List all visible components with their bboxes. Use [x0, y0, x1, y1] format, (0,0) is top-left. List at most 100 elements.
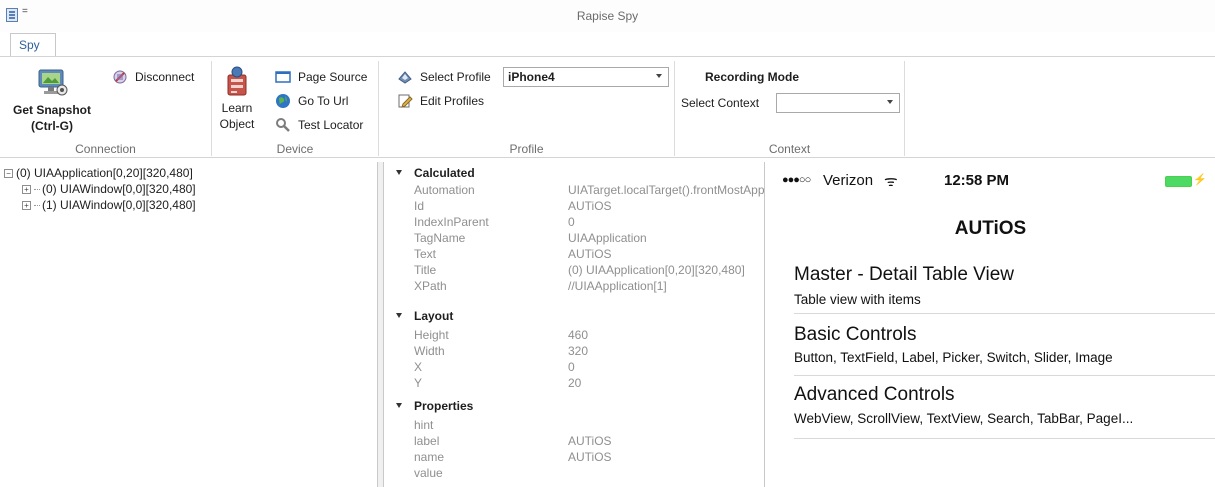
context-group: Recording Mode Select Context Context	[675, 61, 905, 156]
learn-object-icon	[227, 66, 247, 96]
profile-select-value: iPhone4	[508, 70, 555, 84]
properties-grid[interactable]: Calculated Automation UIATarget.localTarg…	[383, 162, 765, 487]
ribbon: Get Snapshot (Ctrl-G) Disconnect Connect…	[0, 56, 1215, 158]
property-key: Width	[414, 344, 445, 358]
property-row[interactable]: X0	[384, 359, 764, 375]
property-key: value	[414, 466, 443, 480]
property-key: Y	[414, 376, 423, 390]
collapse-triangle-icon[interactable]	[396, 403, 402, 408]
property-row[interactable]: Width 320	[384, 343, 764, 359]
property-row[interactable]: Y 20	[384, 375, 764, 391]
property-row[interactable]: TagName UIAApplication	[384, 230, 764, 246]
profile-group: Select Profile iPhone4 Edit Profiles Pro…	[379, 61, 675, 156]
tree-node-root[interactable]: − (0) UIAApplication[0,20][320,480]	[4, 166, 193, 180]
property-key: XPath	[414, 279, 447, 293]
list-item-subtitle: Button, TextField, Label, Picker, Switch…	[794, 350, 1113, 365]
tree-node-child[interactable]: + (0) UIAWindow[0,0][320,480]	[22, 182, 196, 196]
property-value: 0	[568, 215, 575, 229]
context-select[interactable]	[776, 93, 900, 113]
property-row[interactable]: hint	[384, 417, 764, 433]
tree-connector	[34, 188, 40, 190]
section-properties[interactable]: Properties	[384, 399, 764, 415]
property-row[interactable]: Height 460	[384, 327, 764, 343]
title-bar: = Rapise Spy	[0, 0, 1215, 32]
status-time: 12:58 PM	[944, 172, 1010, 189]
get-snapshot-label: Get Snapshot	[12, 103, 91, 117]
section-calculated[interactable]: Calculated	[384, 166, 764, 182]
learn-object-label-line1: Learn	[221, 101, 253, 115]
device-screenshot[interactable]: ●●●○○ Verizon ᯤ 12:58 PM ⚡ AUTiOS Master…	[766, 162, 1215, 487]
property-key: Id	[414, 199, 425, 213]
property-key: IndexInParent	[414, 215, 489, 229]
page-source-button[interactable]: Page Source	[275, 67, 367, 87]
list-item[interactable]: Advanced Controls WebView, ScrollView, T…	[766, 376, 1215, 432]
property-row[interactable]: Id AUTiOS	[384, 198, 764, 214]
recording-mode-label: Recording Mode	[705, 70, 800, 84]
divider	[794, 438, 1215, 439]
section-title: Calculated	[414, 166, 475, 180]
expand-icon[interactable]: +	[22, 200, 31, 210]
connection-group-label: Connection	[75, 142, 136, 156]
tree-node-child[interactable]: + (1) UIAWindow[0,0][320,480]	[22, 198, 196, 212]
get-snapshot-shortcut: (Ctrl-G)	[31, 119, 73, 133]
edit-profiles-label: Edit Profiles	[420, 94, 485, 108]
property-row[interactable]: value	[384, 465, 764, 481]
profile-select[interactable]: iPhone4	[503, 67, 669, 87]
go-to-url-label: Go To Url	[298, 94, 349, 108]
select-profile-label: Select Profile	[420, 70, 491, 84]
get-snapshot-button[interactable]: Get Snapshot (Ctrl-G)	[10, 63, 94, 133]
page-source-icon	[275, 69, 291, 85]
property-value: 0	[568, 360, 575, 374]
test-locator-icon	[275, 117, 291, 133]
battery-icon	[1165, 176, 1192, 187]
section-layout[interactable]: Layout	[384, 309, 764, 325]
connection-group: Get Snapshot (Ctrl-G) Disconnect Connect…	[0, 61, 212, 156]
chevron-down-icon	[656, 74, 662, 78]
test-locator-button[interactable]: Test Locator	[275, 115, 363, 135]
property-row[interactable]: Automation UIATarget.localTarget().frontM…	[384, 182, 764, 198]
page-source-label: Page Source	[298, 70, 368, 84]
profile-group-label: Profile	[509, 142, 544, 156]
property-value: AUTiOS	[568, 434, 612, 448]
property-row[interactable]: XPath //UIAApplication[1]	[384, 278, 764, 294]
disconnect-icon	[112, 69, 128, 85]
select-profile-button[interactable]: Select Profile	[397, 67, 491, 87]
globe-icon	[275, 93, 291, 109]
ios-status-bar: ●●●○○ Verizon ᯤ 12:58 PM ⚡	[766, 162, 1215, 198]
collapse-triangle-icon[interactable]	[396, 313, 402, 318]
collapse-icon[interactable]: −	[4, 168, 13, 178]
list-item[interactable]: Basic Controls Button, TextField, Label,…	[766, 314, 1215, 370]
chevron-down-icon	[887, 100, 893, 104]
nav-title: AUTiOS	[954, 218, 1027, 239]
disconnect-button[interactable]: Disconnect	[112, 67, 194, 87]
edit-profiles-button[interactable]: Edit Profiles	[397, 91, 484, 111]
device-group-label: Device	[276, 142, 314, 156]
go-to-url-button[interactable]: Go To Url	[275, 91, 348, 111]
list-item-title: Basic Controls	[794, 324, 917, 345]
object-tree[interactable]: − (0) UIAApplication[0,20][320,480] + (0…	[0, 162, 378, 487]
tree-connector	[34, 204, 40, 206]
edit-profiles-icon	[397, 93, 413, 109]
profile-icon	[397, 69, 413, 85]
property-row[interactable]: label AUTiOS	[384, 433, 764, 449]
property-key: label	[414, 434, 440, 448]
device-group: Learn Object Page Source Go To Url Test …	[212, 61, 379, 156]
section-title: Layout	[414, 309, 454, 323]
property-row[interactable]: Text AUTiOS	[384, 246, 764, 262]
signal-strength-icon: ●●●○○	[782, 174, 811, 186]
list-item[interactable]: Master - Detail Table View Table view wi…	[766, 256, 1215, 312]
property-value: 20	[568, 376, 582, 390]
section-title: Properties	[414, 399, 474, 413]
property-key: Text	[414, 247, 437, 261]
tab-spy[interactable]: Spy	[10, 33, 56, 57]
property-key: Title	[414, 263, 437, 277]
select-context-label: Select Context	[681, 96, 760, 110]
learn-object-button[interactable]: Learn Object	[216, 63, 258, 131]
property-row[interactable]: IndexInParent 0	[384, 214, 764, 230]
property-key: hint	[414, 418, 434, 432]
collapse-triangle-icon[interactable]	[396, 170, 402, 175]
learn-object-label-line2: Object	[219, 117, 255, 131]
property-row[interactable]: name AUTiOS	[384, 449, 764, 465]
property-row[interactable]: Title (0) UIAApplication[0,20][320,480]	[384, 262, 764, 278]
expand-icon[interactable]: +	[22, 184, 31, 194]
